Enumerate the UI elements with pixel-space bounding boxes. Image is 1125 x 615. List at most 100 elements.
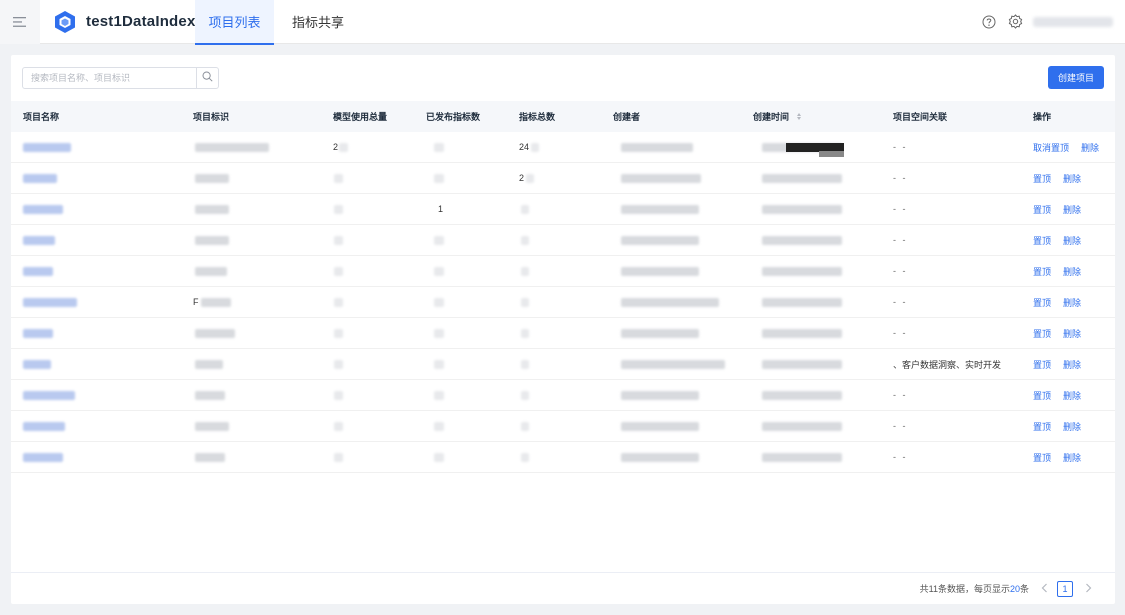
- project-name-link[interactable]: [23, 132, 71, 163]
- created-time-cell: [753, 163, 842, 194]
- pagination-page-size[interactable]: 20: [1010, 584, 1020, 594]
- published-count-cell: [426, 256, 444, 287]
- created-time-cell: [753, 349, 842, 380]
- search-box: [22, 67, 219, 89]
- model-usage-cell: [333, 380, 343, 411]
- published-count-value: 1: [438, 204, 444, 214]
- created-time-cell: [753, 287, 842, 318]
- pin-button[interactable]: 置顶: [1033, 327, 1051, 340]
- delete-button[interactable]: 删除: [1063, 296, 1081, 309]
- gear-icon[interactable]: [1007, 14, 1023, 30]
- pin-button[interactable]: 置顶: [1033, 451, 1051, 464]
- project-identifier: F: [193, 287, 231, 318]
- project-name-link[interactable]: [23, 411, 65, 442]
- delete-button[interactable]: 删除: [1063, 451, 1081, 464]
- delete-button[interactable]: 删除: [1063, 172, 1081, 185]
- page-number-1[interactable]: 1: [1057, 580, 1073, 597]
- pin-button[interactable]: 置顶: [1033, 234, 1051, 247]
- pin-button[interactable]: 置顶: [1033, 265, 1051, 278]
- search-button[interactable]: [196, 68, 218, 88]
- actions-cell: 置顶 删除: [1033, 225, 1093, 256]
- model-usage-cell: 2: [333, 132, 349, 163]
- project-name-link[interactable]: [23, 256, 53, 287]
- actions-cell: 置顶 删除: [1033, 194, 1093, 225]
- project-name-link[interactable]: [23, 442, 63, 473]
- creator-cell: [613, 349, 725, 380]
- actions-cell: 取消置顶 删除: [1033, 132, 1111, 163]
- total-count-cell: 2: [519, 163, 535, 194]
- sort-caret-icon[interactable]: [797, 113, 802, 120]
- next-page-button[interactable]: [1081, 582, 1095, 596]
- published-count-cell: [426, 380, 444, 411]
- project-name-link[interactable]: [23, 225, 55, 256]
- space-link-value: - -: [893, 266, 908, 276]
- delete-button[interactable]: 删除: [1063, 420, 1081, 433]
- space-link-cell: - -: [893, 442, 908, 473]
- project-identifier: [193, 442, 225, 473]
- space-link-value: - -: [893, 328, 908, 338]
- space-link-cell: - -: [893, 318, 908, 349]
- published-count-cell: [426, 163, 444, 194]
- project-name-link[interactable]: [23, 349, 51, 380]
- pagination-middle: 条数据，每页显示: [937, 584, 1010, 594]
- menu-fold-icon: [13, 16, 27, 28]
- project-identifier: [193, 194, 229, 225]
- total-count-cell: [519, 194, 529, 225]
- space-link-cell: - -: [893, 163, 908, 194]
- published-count-cell: [426, 318, 444, 349]
- app-brand[interactable]: test1DataIndex: [40, 10, 195, 34]
- table-row: 1 - - 置顶 删除: [11, 194, 1115, 225]
- delete-button[interactable]: 删除: [1081, 141, 1099, 154]
- prev-page-button[interactable]: [1037, 582, 1051, 596]
- delete-button[interactable]: 删除: [1063, 358, 1081, 371]
- project-name-link[interactable]: [23, 163, 57, 194]
- create-project-button[interactable]: 创建项目: [1048, 66, 1104, 89]
- menu-toggle-button[interactable]: [0, 0, 40, 44]
- project-identifier: [193, 318, 235, 349]
- col-creator: 创建者: [613, 112, 641, 122]
- creator-cell: [613, 132, 693, 163]
- space-link-value: - -: [893, 235, 908, 245]
- created-time-cell: [753, 318, 842, 349]
- project-identifier: [193, 349, 223, 380]
- chevron-right-icon: [1085, 583, 1092, 595]
- model-usage-cell: [333, 411, 343, 442]
- space-link-cell: - -: [893, 132, 908, 163]
- model-usage-value: 2: [333, 142, 339, 152]
- delete-button[interactable]: 删除: [1063, 203, 1081, 216]
- tab-indicator-share[interactable]: 指标共享: [274, 0, 362, 44]
- delete-button[interactable]: 删除: [1063, 265, 1081, 278]
- table-row: - - 置顶 删除: [11, 318, 1115, 349]
- project-name-link[interactable]: [23, 380, 75, 411]
- model-usage-cell: [333, 194, 343, 225]
- creator-cell: [613, 194, 699, 225]
- user-account-menu[interactable]: [1033, 16, 1113, 27]
- pin-button[interactable]: 置顶: [1033, 172, 1051, 185]
- search-input[interactable]: [23, 68, 196, 88]
- project-name-link[interactable]: [23, 194, 63, 225]
- actions-cell: 置顶 删除: [1033, 318, 1093, 349]
- pin-button[interactable]: 置顶: [1033, 420, 1051, 433]
- unpin-button[interactable]: 取消置顶: [1033, 141, 1069, 154]
- tab-project-list[interactable]: 项目列表: [195, 0, 274, 45]
- pin-button[interactable]: 置顶: [1033, 358, 1051, 371]
- col-created-time[interactable]: 创建时间: [753, 101, 802, 132]
- project-name-link[interactable]: [23, 287, 77, 318]
- help-circle-icon[interactable]: [981, 14, 997, 30]
- total-count-cell: [519, 256, 529, 287]
- pagination-prefix: 共: [919, 584, 929, 594]
- published-count-cell: [426, 349, 444, 380]
- table-row: 2 24 - - 取消置顶 删除: [11, 132, 1115, 163]
- project-name-link[interactable]: [23, 318, 53, 349]
- delete-button[interactable]: 删除: [1063, 389, 1081, 402]
- pin-button[interactable]: 置顶: [1033, 203, 1051, 216]
- pin-button[interactable]: 置顶: [1033, 296, 1051, 309]
- creator-cell: [613, 256, 699, 287]
- creator-cell: [613, 225, 699, 256]
- space-link-cell: - -: [893, 256, 908, 287]
- table-row: - - 置顶 删除: [11, 225, 1115, 256]
- pin-button[interactable]: 置顶: [1033, 389, 1051, 402]
- actions-cell: 置顶 删除: [1033, 349, 1093, 380]
- delete-button[interactable]: 删除: [1063, 234, 1081, 247]
- delete-button[interactable]: 删除: [1063, 327, 1081, 340]
